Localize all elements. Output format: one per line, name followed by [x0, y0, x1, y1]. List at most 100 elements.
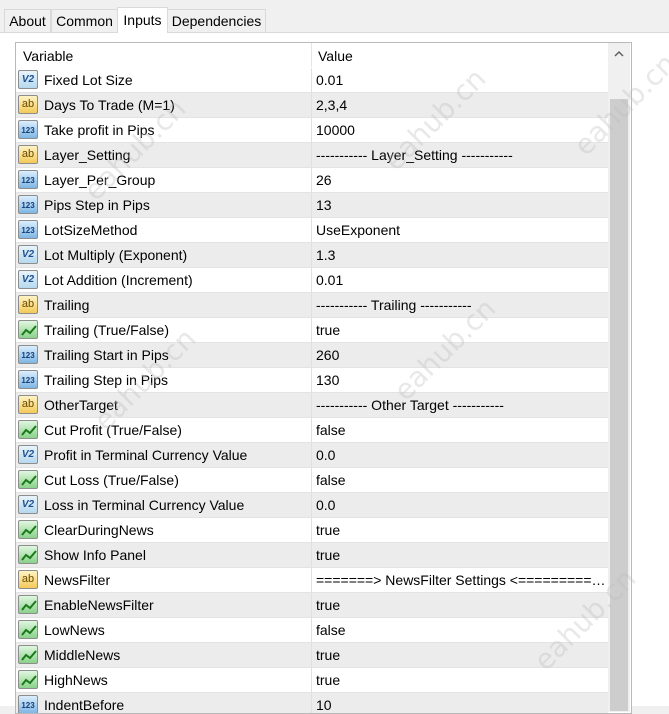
variable-value[interactable]: ----------- Layer_Setting ----------- [316, 143, 606, 167]
variable-name: Days To Trade (M=1) [44, 97, 175, 113]
tab-common[interactable]: Common [51, 9, 118, 32]
table-row[interactable]: ab Layer_Setting ----------- Layer_Setting… [16, 143, 608, 168]
table-row[interactable]: LowNews false [16, 618, 608, 643]
column-divider [311, 568, 312, 592]
table-row[interactable]: 123 Take profit in Pips 10000 [16, 118, 608, 143]
tab-dependencies[interactable]: Dependencies [167, 9, 266, 32]
table-row[interactable]: 123 Pips Step in Pips 13 [16, 193, 608, 218]
variable-name: Take profit in Pips [44, 122, 155, 138]
variable-name: Trailing (True/False) [44, 322, 169, 338]
variable-value[interactable]: UseExponent [316, 218, 606, 242]
table-row[interactable]: ab Trailing ----------- Trailing ---------… [16, 293, 608, 318]
variable-name: Loss in Terminal Currency Value [44, 497, 245, 513]
column-divider [311, 493, 312, 517]
variable-value[interactable]: true [316, 543, 606, 567]
variable-value[interactable]: 1.3 [316, 243, 606, 267]
boolean-value-icon [18, 320, 38, 339]
table-row[interactable]: Cut Loss (True/False) false [16, 468, 608, 493]
column-divider [311, 518, 312, 542]
variable-value[interactable]: true [316, 318, 606, 342]
column-divider [311, 643, 312, 667]
column-divider [311, 693, 312, 713]
column-divider [311, 418, 312, 442]
double-value-icon: V2 [18, 495, 38, 514]
tab-about[interactable]: About [4, 9, 51, 32]
variable-value[interactable]: 130 [316, 368, 606, 392]
column-header-value[interactable]: Value [318, 43, 353, 67]
variable-value[interactable]: 13 [316, 193, 606, 217]
variable-name: Pips Step in Pips [44, 197, 150, 213]
variable-name: IndentBefore [44, 697, 125, 713]
variable-value[interactable]: ----------- Other Target ----------- [316, 393, 606, 417]
variable-value[interactable]: ----------- Trailing ----------- [316, 293, 606, 317]
variable-value[interactable]: true [316, 593, 606, 617]
integer-value-icon: 123 [18, 345, 38, 364]
column-header-variable[interactable]: Variable [23, 43, 73, 67]
variable-name: Trailing Step in Pips [44, 372, 168, 388]
tab-inputs[interactable]: Inputs [117, 7, 168, 33]
table-row[interactable]: V2 Lot Multiply (Exponent) 1.3 [16, 243, 608, 268]
double-value-icon: V2 [18, 70, 38, 89]
variable-value[interactable]: 10000 [316, 118, 606, 142]
variable-name: HighNews [44, 672, 108, 688]
table-row[interactable]: HighNews true [16, 668, 608, 693]
table-row[interactable]: EnableNewsFilter true [16, 593, 608, 618]
variable-value[interactable]: 26 [316, 168, 606, 192]
table-row[interactable]: ab OtherTarget ----------- Other Target --… [16, 393, 608, 418]
variable-value[interactable]: 0.0 [316, 443, 606, 467]
string-value-icon: ab [18, 95, 38, 114]
variable-value[interactable]: 260 [316, 343, 606, 367]
table-row[interactable]: ClearDuringNews true [16, 518, 608, 543]
variable-value[interactable]: =======> NewsFilter Settings <==========… [316, 568, 606, 592]
table-row[interactable]: ab Days To Trade (M=1) 2,3,4 [16, 93, 608, 118]
table-row[interactable]: 123 LotSizeMethod UseExponent [16, 218, 608, 243]
table-row[interactable]: Trailing (True/False) true [16, 318, 608, 343]
variable-value[interactable]: true [316, 643, 606, 667]
variable-name: Layer_Per_Group [44, 172, 156, 188]
variable-value[interactable]: 2,3,4 [316, 93, 606, 117]
table-row[interactable]: 123 Layer_Per_Group 26 [16, 168, 608, 193]
column-divider [311, 118, 312, 142]
boolean-value-icon [18, 645, 38, 664]
variable-value[interactable]: 0.01 [316, 68, 606, 92]
column-divider [311, 218, 312, 242]
scroll-thumb[interactable] [610, 99, 628, 711]
table-row[interactable]: V2 Profit in Terminal Currency Value 0.0 [16, 443, 608, 468]
variable-name: Trailing [44, 297, 90, 313]
variable-value[interactable]: false [316, 468, 606, 492]
vertical-scrollbar[interactable] [608, 43, 630, 712]
string-value-icon: ab [18, 145, 38, 164]
variable-value[interactable]: false [316, 418, 606, 442]
variable-value[interactable]: 0.01 [316, 268, 606, 292]
table-row[interactable]: V2 Lot Addition (Increment) 0.01 [16, 268, 608, 293]
double-value-icon: V2 [18, 445, 38, 464]
table-row[interactable]: ab NewsFilter =======> NewsFilter Settings… [16, 568, 608, 593]
table-row[interactable]: 123 Trailing Step in Pips 130 [16, 368, 608, 393]
table-row[interactable]: Cut Profit (True/False) false [16, 418, 608, 443]
table-row[interactable]: 123 IndentBefore 10 [16, 693, 608, 713]
column-divider [311, 443, 312, 467]
grid-header: Variable Value [16, 43, 608, 67]
variable-value[interactable]: 0.0 [316, 493, 606, 517]
table-row[interactable]: 123 Trailing Start in Pips 260 [16, 343, 608, 368]
table-row[interactable]: V2 Loss in Terminal Currency Value 0.0 [16, 493, 608, 518]
variable-name: Fixed Lot Size [44, 72, 133, 88]
table-row[interactable]: V2 Fixed Lot Size 0.01 [16, 68, 608, 93]
variable-name: LotSizeMethod [44, 222, 138, 238]
scroll-up-button[interactable] [608, 43, 630, 65]
integer-value-icon: 123 [18, 120, 38, 139]
variable-name: OtherTarget [44, 397, 118, 413]
string-value-icon: ab [18, 295, 38, 314]
column-separator[interactable] [311, 43, 312, 67]
variable-value[interactable]: true [316, 668, 606, 692]
column-divider [311, 618, 312, 642]
table-row[interactable]: Show Info Panel true [16, 543, 608, 568]
boolean-value-icon [18, 595, 38, 614]
table-row[interactable]: MiddleNews true [16, 643, 608, 668]
variable-value[interactable]: true [316, 518, 606, 542]
integer-value-icon: 123 [18, 220, 38, 239]
variable-value[interactable]: false [316, 618, 606, 642]
variable-value[interactable]: 10 [316, 693, 606, 713]
boolean-value-icon [18, 470, 38, 489]
string-value-icon: ab [18, 570, 38, 589]
